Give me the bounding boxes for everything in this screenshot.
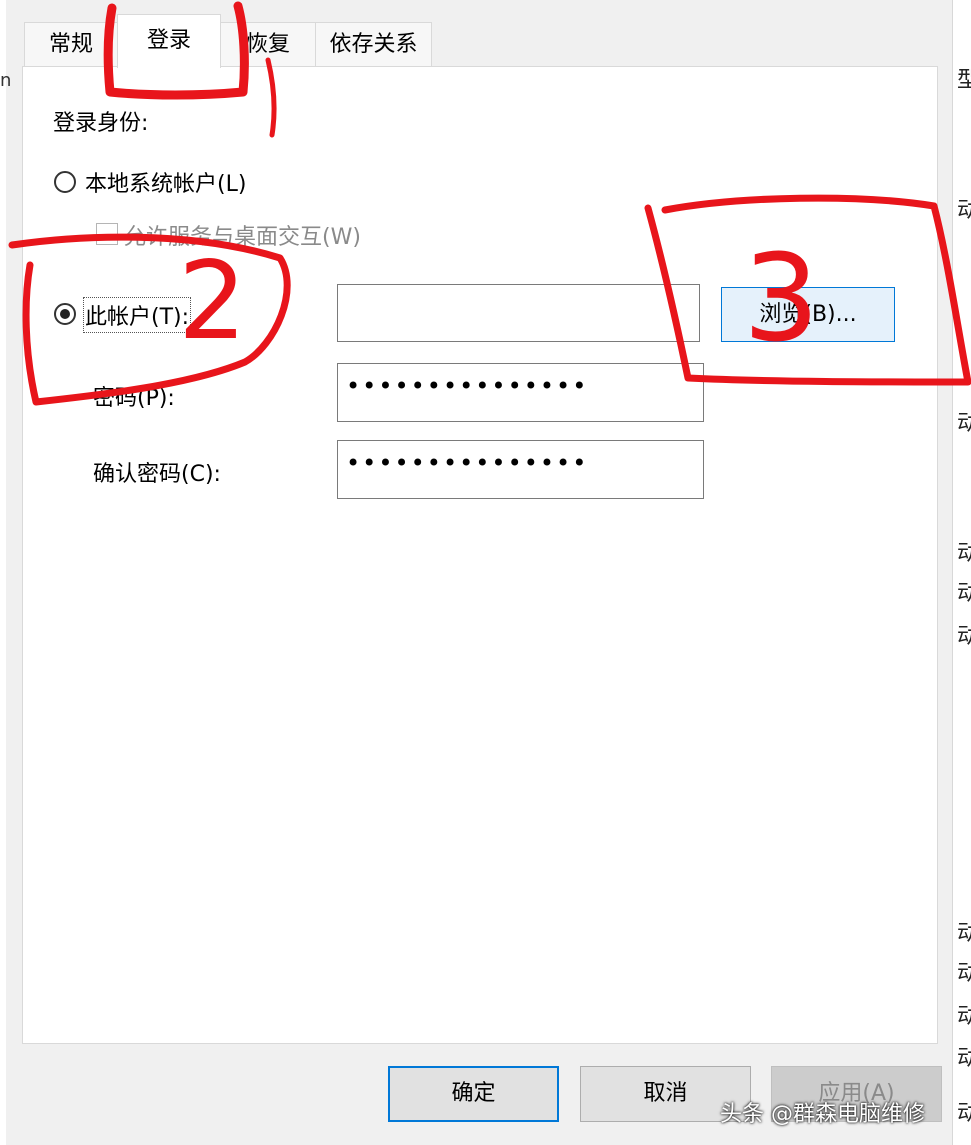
confirm-password-mask: •••••••••••••••: [346, 449, 589, 477]
this-account-radio[interactable]: [54, 303, 76, 325]
background-text-fragment: 动: [957, 198, 971, 223]
logon-as-label: 登录身份:: [53, 111, 149, 136]
tab-general[interactable]: 常规: [24, 22, 118, 66]
logon-panel: 登录身份: 本地系统帐户(L) 允许服务与桌面交互(W) 此帐户(T): 浏览(…: [22, 66, 938, 1044]
background-text-fragment: 动: [957, 581, 971, 606]
background-window-left: n: [0, 0, 11, 1145]
background-text-fragment: 型: [957, 68, 971, 93]
allow-desktop-checkbox[interactable]: [96, 223, 118, 245]
background-text-fragment: 动: [957, 921, 971, 946]
background-text-fragment: 动: [957, 1004, 971, 1029]
password-label: 密码(P):: [93, 386, 175, 411]
password-input[interactable]: •••••••••••••••: [337, 363, 704, 422]
radio-selected-dot: [60, 309, 70, 319]
allow-desktop-label: 允许服务与桌面交互(W): [124, 225, 361, 250]
background-text-fragment: 动: [957, 961, 971, 986]
background-text-fragment: 动: [957, 541, 971, 566]
ok-button[interactable]: 确定: [388, 1066, 559, 1122]
password-mask: •••••••••••••••: [346, 372, 589, 400]
confirm-password-label: 确认密码(C):: [93, 462, 221, 487]
background-text-fragment: 动: [957, 1101, 971, 1126]
local-system-radio[interactable]: [54, 171, 76, 193]
tab-logon[interactable]: 登录: [117, 14, 221, 68]
account-name-input[interactable]: [337, 284, 700, 342]
tab-recovery[interactable]: 恢复: [220, 22, 316, 66]
watermark-text: 头条 @群森电脑维修: [720, 1102, 925, 1127]
background-text-fragment: 动: [957, 411, 971, 436]
browse-button[interactable]: 浏览(B)...: [721, 287, 895, 342]
tab-dependencies[interactable]: 依存关系: [315, 22, 432, 66]
local-system-label[interactable]: 本地系统帐户(L): [85, 166, 246, 198]
background-text-fragment: 动: [957, 1046, 971, 1071]
this-account-label[interactable]: 此帐户(T):: [82, 297, 192, 333]
confirm-password-input[interactable]: •••••••••••••••: [337, 440, 704, 499]
background-text-fragment: 动: [957, 624, 971, 649]
background-text-fragment: n: [0, 70, 12, 91]
background-window-right: 型 动 动 动 动 动 动 动 动 动 动: [952, 0, 971, 1145]
